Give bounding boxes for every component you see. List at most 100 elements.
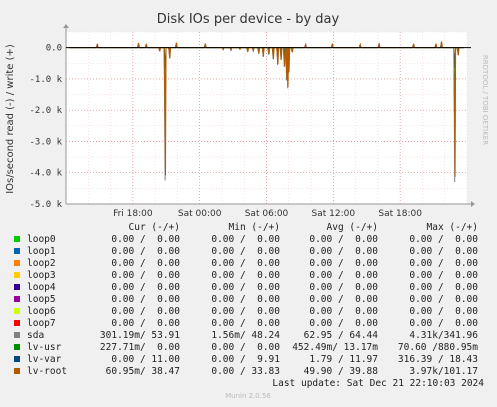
legend-max: 0.00 / 0.00 bbox=[409, 282, 478, 293]
y-tick-label: -5.0 k bbox=[29, 200, 62, 210]
legend-swatch bbox=[14, 296, 20, 302]
legend-name: loop1 bbox=[27, 246, 56, 257]
legend-avg: 49.90 / 39.88 bbox=[304, 366, 379, 377]
x-tick-label: Sat 00:00 bbox=[178, 209, 222, 219]
legend-avg: 0.00 / 0.00 bbox=[309, 306, 378, 317]
legend-min: 0.00 / 9.91 bbox=[211, 354, 280, 365]
legend-cur: 60.95m/ 38.47 bbox=[106, 366, 180, 377]
x-axis-arrow bbox=[471, 201, 475, 207]
chart-title: Disk IOs per device - by day bbox=[157, 12, 340, 27]
legend-swatch bbox=[14, 236, 20, 242]
legend-row: loop0 0.00 / 0.00 0.00 / 0.00 0.00 / 0.00 0.… bbox=[14, 234, 478, 245]
legend-min: 0.00 / 0.00 bbox=[211, 246, 280, 257]
legend-max: 0.00 / 0.00 bbox=[409, 258, 478, 269]
legend-min: 0.00 / 0.00 bbox=[211, 294, 280, 305]
legend-name: loop6 bbox=[27, 306, 56, 317]
legend-cur: 0.00 / 0.00 bbox=[111, 294, 180, 305]
legend-swatch bbox=[14, 260, 20, 266]
legend-name: loop5 bbox=[27, 294, 56, 305]
legend-row: loop3 0.00 / 0.00 0.00 / 0.00 0.00 / 0.00 0.… bbox=[14, 270, 478, 281]
legend-avg: 0.00 / 0.00 bbox=[309, 318, 378, 329]
legend-max: 0.00 / 0.00 bbox=[409, 318, 478, 329]
y-axis-ticks: 0.0 -1.0 k -2.0 k -3.0 k -4.0 k -5.0 k bbox=[29, 44, 62, 210]
legend-row: loop2 0.00 / 0.00 0.00 / 0.00 0.00 / 0.00 0.… bbox=[14, 258, 478, 269]
y-tick-label: -2.0 k bbox=[29, 106, 62, 116]
legend-min: 0.00 / 0.00 bbox=[211, 306, 280, 317]
legend-cur: 227.71m/ 0.00 bbox=[100, 342, 180, 353]
y-tick-label: -4.0 k bbox=[29, 169, 62, 179]
legend-cur: 0.00 / 0.00 bbox=[111, 270, 180, 281]
legend-max: 316.39 / 18.43 bbox=[398, 354, 478, 365]
rrdtool-credit: RRDTOOL / TOBI OETIKER bbox=[481, 55, 489, 145]
legend-avg: 0.00 / 0.00 bbox=[309, 294, 378, 305]
legend-swatch bbox=[14, 332, 20, 338]
legend-name: loop0 bbox=[27, 234, 56, 245]
legend-cur: 0.00 / 11.00 bbox=[111, 354, 180, 365]
legend-swatch bbox=[14, 356, 20, 362]
legend-min: 0.00 / 0.00 bbox=[211, 270, 280, 281]
legend-row: lv-usr 227.71m/ 0.00 0.00 / 0.00 452.49m/ 1… bbox=[14, 342, 478, 353]
legend-cur: 0.00 / 0.00 bbox=[111, 306, 180, 317]
last-update: Last update: Sat Dec 21 22:10:03 2024 bbox=[272, 378, 484, 389]
legend-cur: 0.00 / 0.00 bbox=[111, 234, 180, 245]
legend-max: 3.97k/101.17 bbox=[409, 366, 478, 377]
legend-row: loop5 0.00 / 0.00 0.00 / 0.00 0.00 / 0.00 0.… bbox=[14, 294, 478, 305]
legend-cur: 301.19m/ 53.91 bbox=[100, 330, 180, 341]
legend-avg: 452.49m/ 13.17m bbox=[292, 342, 378, 353]
legend-min: 0.00 / 0.00 bbox=[211, 318, 280, 329]
legend-name: lv-usr bbox=[27, 342, 62, 353]
legend-min: 0.00 / 0.00 bbox=[211, 258, 280, 269]
legend-header-max: Max (-/+) bbox=[427, 222, 478, 233]
legend-cur: 0.00 / 0.00 bbox=[111, 246, 180, 257]
legend-row: loop4 0.00 / 0.00 0.00 / 0.00 0.00 / 0.00 0.… bbox=[14, 282, 478, 293]
legend-row: sda 301.19m/ 53.91 1.56m/ 48.24 62.95 / 64.… bbox=[14, 330, 478, 341]
legend-avg: 0.00 / 0.00 bbox=[309, 246, 378, 257]
legend-min: 1.56m/ 48.24 bbox=[211, 330, 280, 341]
legend: loop0 0.00 / 0.00 0.00 / 0.00 0.00 / 0.00 0.… bbox=[14, 234, 478, 377]
legend-swatch bbox=[14, 320, 20, 326]
legend-max: 4.31k/341.96 bbox=[409, 330, 478, 341]
legend-max: 70.60 /880.95m bbox=[398, 342, 478, 353]
y-axis-label: IOs/second read (-) / write (+) bbox=[5, 44, 16, 194]
y-tick-label: 0.0 bbox=[46, 44, 62, 54]
legend-name: lv-root bbox=[27, 366, 67, 377]
y-axis-arrow bbox=[63, 24, 69, 28]
legend-avg: 62.95 / 64.44 bbox=[304, 330, 379, 341]
legend-cur: 0.00 / 0.00 bbox=[111, 282, 180, 293]
legend-row: loop1 0.00 / 0.00 0.00 / 0.00 0.00 / 0.00 0.… bbox=[14, 246, 478, 257]
x-tick-label: Sat 18:00 bbox=[378, 209, 422, 219]
legend-avg: 0.00 / 0.00 bbox=[309, 282, 378, 293]
legend-row: loop7 0.00 / 0.00 0.00 / 0.00 0.00 / 0.00 0.… bbox=[14, 318, 478, 329]
legend-name: sda bbox=[27, 330, 44, 341]
legend-swatch bbox=[14, 248, 20, 254]
legend-name: loop4 bbox=[27, 282, 56, 293]
legend-cur: 0.00 / 0.00 bbox=[111, 318, 180, 329]
legend-header-cur: Cur (-/+) bbox=[129, 222, 180, 233]
plot-area bbox=[66, 32, 467, 204]
legend-row: loop6 0.00 / 0.00 0.00 / 0.00 0.00 / 0.00 0.… bbox=[14, 306, 478, 317]
legend-row: lv-root 60.95m/ 38.47 0.00 / 33.83 49.90 / … bbox=[14, 366, 478, 377]
legend-min: 0.00 / 33.83 bbox=[211, 366, 280, 377]
disk-io-chart: Disk IOs per device - by day RRDTOOL / T… bbox=[5, 12, 489, 400]
y-tick-label: -1.0 k bbox=[29, 75, 62, 85]
legend-max: 0.00 / 0.00 bbox=[409, 306, 478, 317]
legend-max: 0.00 / 0.00 bbox=[409, 234, 478, 245]
legend-max: 0.00 / 0.00 bbox=[409, 246, 478, 257]
x-axis-ticks: Fri 18:00 Sat 00:00 Sat 06:00 Sat 12:00 Sat … bbox=[113, 209, 422, 219]
legend-header: Cur (-/+) Min (-/+) Avg (-/+) Max (-/+) bbox=[129, 222, 478, 233]
legend-swatch bbox=[14, 272, 20, 278]
x-tick-label: Fri 18:00 bbox=[113, 209, 153, 219]
legend-max: 0.00 / 0.00 bbox=[409, 294, 478, 305]
legend-max: 0.00 / 0.00 bbox=[409, 270, 478, 281]
legend-avg: 1.79 / 11.97 bbox=[309, 354, 378, 365]
legend-avg: 0.00 / 0.00 bbox=[309, 258, 378, 269]
legend-avg: 0.00 / 0.00 bbox=[309, 270, 378, 281]
legend-swatch bbox=[14, 344, 20, 350]
legend-swatch bbox=[14, 368, 20, 374]
legend-min: 0.00 / 0.00 bbox=[211, 282, 280, 293]
legend-swatch bbox=[14, 308, 20, 314]
legend-cur: 0.00 / 0.00 bbox=[111, 258, 180, 269]
legend-name: loop3 bbox=[27, 270, 56, 281]
x-tick-label: Sat 06:00 bbox=[245, 209, 289, 219]
legend-header-avg: Avg (-/+) bbox=[327, 222, 378, 233]
